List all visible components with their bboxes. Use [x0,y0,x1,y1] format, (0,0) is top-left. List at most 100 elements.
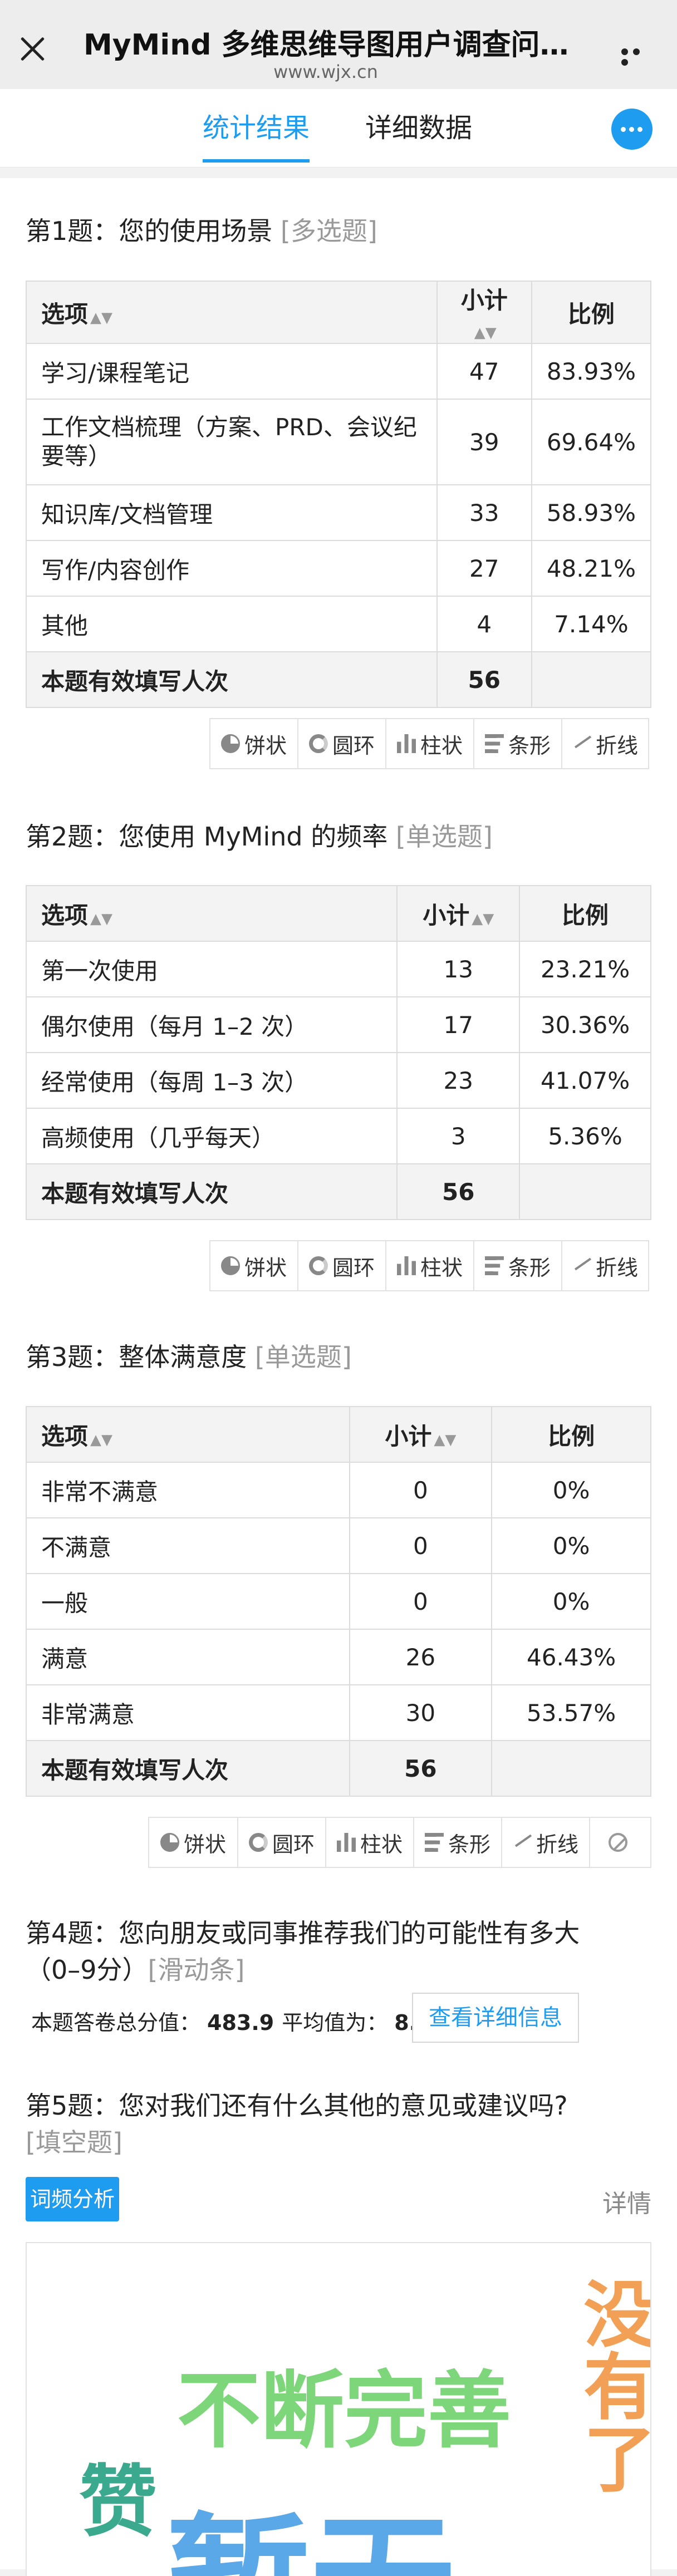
more-options-icon[interactable] [621,47,655,66]
ratio-cell: 5.36% [519,1108,651,1164]
bar-chart-icon [424,1833,444,1852]
ratio-column-header: 比例 [531,281,652,344]
ratio-cell: 0% [491,1573,651,1630]
sort-icon[interactable]: ▲▼ [90,911,112,927]
option-cell: 工作文档梳理（方案、PRD、会议纪要等） [26,399,438,485]
question-title-text: （0–9分） [26,1955,148,1985]
tab-stats[interactable]: 统计结果 [203,106,310,163]
question-type: [填空题] [26,2127,122,2157]
ring-chart-icon [248,1833,268,1852]
column-chart-icon [396,734,416,753]
option-cell: 偶尔使用（每月 1–2 次） [25,996,398,1053]
dot-icon [621,127,626,132]
pie-chart-button[interactable]: 饼状 [210,1241,298,1290]
count-cell: 17 [396,996,521,1053]
table-total-row: 本题有效填写人次 56 [26,651,652,708]
view-details-button[interactable]: 查看详细信息 [412,1993,579,2043]
table-row: 第一次使用 13 23.21% [25,941,651,997]
bar-chart-icon [484,1256,504,1275]
line-chart-button[interactable]: 折线 [562,1241,648,1290]
ring-chart-button[interactable]: 圆环 [238,1818,326,1867]
word-cloud-word: 赞 [66,2460,156,2538]
question-title-text: 第5题：您对我们还有什么其他的意见或建议吗? [26,2091,568,2121]
chart-type-toolbar: 饼状 圆环 柱状 条形 折线 [148,1817,651,1868]
line-chart-button[interactable]: 折线 [502,1818,590,1867]
count-cell: 3 [396,1108,521,1164]
option-cell: 写作/内容创作 [26,540,438,597]
total-label: 本题有效填写人次 [26,1740,350,1797]
question-title-text: 第3题：整体满意度 [26,1342,247,1372]
sort-icon[interactable]: ▲▼ [472,911,494,927]
option-column-header[interactable]: 选项 ▲▼ [25,885,398,942]
sort-icon[interactable]: ▲▼ [90,309,112,326]
question-3-table: 选项 ▲▼ 小计 ▲▼ 比例 非常不满意 0 0% 不满意 0 0% 一般 0 0%… [26,1406,651,1797]
sort-icon[interactable]: ▲▼ [474,325,497,341]
option-cell: 一般 [26,1573,350,1630]
sort-icon[interactable]: ▲▼ [434,1432,456,1448]
word-frequency-button[interactable]: 词频分析 [26,2177,119,2221]
pie-chart-button[interactable]: 饼状 [210,719,298,768]
disable-chart-button[interactable] [590,1818,650,1867]
column-chart-button[interactable]: 柱状 [326,1818,414,1867]
ratio-cell: 23.21% [519,941,651,997]
column-chart-button[interactable]: 柱状 [386,1241,474,1290]
word-cloud-word: 暂无 [166,2466,455,2576]
total-label: 本题有效填写人次 [25,1163,398,1220]
question-type: [多选题] [280,216,377,246]
ring-chart-button[interactable]: 圆环 [298,1241,386,1290]
bar-chart-button[interactable]: 条形 [474,719,562,768]
ratio-cell: 53.57% [491,1684,651,1741]
count-cell: 4 [436,596,532,652]
option-cell: 非常满意 [26,1684,350,1741]
details-link[interactable]: 详情 [602,2184,651,2219]
option-column-header[interactable]: 选项 ▲▼ [26,1406,350,1463]
column-chart-button[interactable]: 柱状 [386,719,474,768]
table-row: 高频使用（几乎每天） 3 5.36% [25,1108,651,1164]
tab-detail[interactable]: 详细数据 [365,106,472,145]
bar-chart-icon [484,734,504,753]
ratio-cell: 48.21% [531,540,652,597]
close-icon[interactable] [19,36,46,62]
ratio-cell: 0% [491,1517,651,1574]
count-column-header[interactable]: 小计▲▼ [436,281,532,344]
ratio-cell: 30.36% [519,996,651,1053]
line-chart-icon [572,734,591,753]
count-cell: 39 [436,399,532,485]
table-row: 满意 26 46.43% [26,1629,651,1685]
bar-chart-button[interactable]: 条形 [474,1241,562,1290]
table-row: 知识库/文档管理 33 58.93% [26,484,652,541]
option-cell: 不满意 [26,1517,350,1574]
total-score-value: 483.9 [207,2010,274,2035]
pie-chart-button[interactable]: 饼状 [149,1818,238,1867]
more-menu-button[interactable] [611,109,653,150]
count-column-header[interactable]: 小计▲▼ [396,885,521,942]
option-column-header[interactable]: 选项 ▲▼ [26,281,438,344]
ratio-cell: 7.14% [531,596,652,652]
count-cell: 33 [436,484,532,541]
count-cell: 47 [436,343,532,400]
bar-chart-button[interactable]: 条形 [414,1818,502,1867]
sort-icon[interactable]: ▲▼ [90,1432,112,1448]
word-cloud: 不断完善 没有了 赞 暂无 [26,2242,651,2576]
count-column-header[interactable]: 小计▲▼ [349,1406,493,1463]
table-row: 偶尔使用（每月 1–2 次） 17 30.36% [25,996,651,1053]
count-cell: 30 [349,1684,493,1741]
option-cell: 第一次使用 [25,941,398,997]
count-cell: 26 [349,1629,493,1685]
table-row: 不满意 0 0% [26,1517,651,1574]
column-chart-icon [336,1833,356,1852]
word-cloud-word: 不断完善 [177,2363,512,2460]
question-title-text: 第4题：您向朋友或同事推荐我们的可能性有多大 [26,1918,580,1948]
table-total-row: 本题有效填写人次 56 [26,1740,651,1797]
chart-type-toolbar: 饼状 圆环 柱状 条形 折线 [209,718,649,769]
table-row: 经常使用（每周 1–3 次） 23 41.07% [25,1052,651,1109]
ring-chart-button[interactable]: 圆环 [298,719,386,768]
line-chart-button[interactable]: 折线 [562,719,648,768]
word-cloud-word: 没有了 [571,2277,651,2494]
table-row: 学习/课程笔记 47 83.93% [26,343,652,400]
question-type: [单选题] [254,1342,352,1372]
question-1-title: 第1题：您的使用场景 [多选题] [26,213,377,249]
table-row: 写作/内容创作 27 48.21% [26,540,652,597]
option-cell: 其他 [26,596,438,652]
question-1-table: 选项 ▲▼ 小计▲▼ 比例 学习/课程笔记 47 83.93% 工作文档梳理（方案… [26,281,652,708]
